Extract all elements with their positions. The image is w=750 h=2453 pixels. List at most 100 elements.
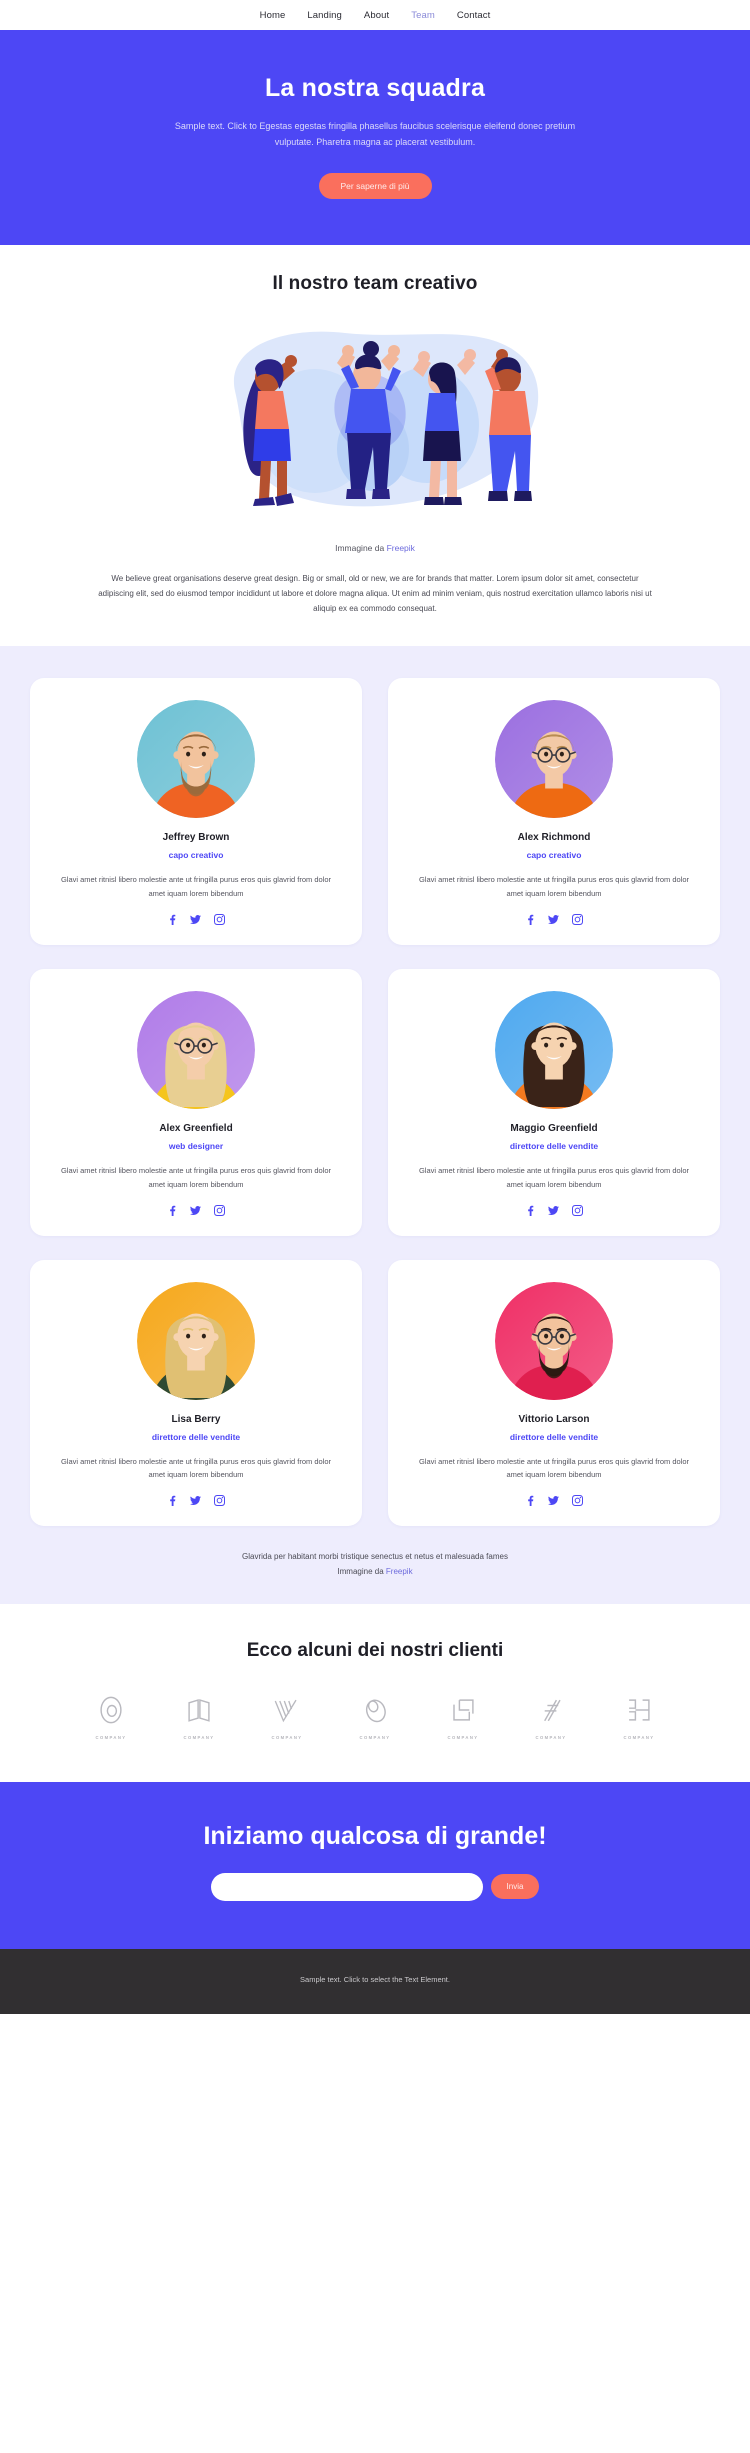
nav-item-about[interactable]: About: [364, 10, 389, 21]
slash-lines-logo-icon: [518, 1692, 584, 1728]
instagram-icon[interactable]: [213, 1204, 225, 1216]
team-footnote-line2: Immagine da Freepik: [30, 1565, 720, 1580]
member-role: capo creativo: [168, 850, 224, 861]
corner-square-logo-icon: [430, 1692, 496, 1728]
image-credit-prefix: Immagine da: [335, 542, 387, 553]
team-member-card: Maggio Greenfield direttore delle vendit…: [388, 968, 720, 1236]
nav-item-team[interactable]: Team: [411, 10, 435, 21]
freepik-link[interactable]: Freepik: [387, 543, 415, 553]
member-name: Lisa Berry: [171, 1413, 221, 1425]
member-avatar: [495, 1281, 613, 1400]
member-social-links: [406, 1204, 702, 1216]
twitter-icon[interactable]: [189, 914, 201, 925]
client-logo: COMPANY: [606, 1692, 672, 1740]
facebook-icon[interactable]: [526, 1495, 535, 1507]
team-grid: Jeffrey Brown capo creativo Glavi amet r…: [30, 678, 720, 1527]
team-celebration-illustration: [195, 321, 555, 531]
ring-logo-icon: [78, 1692, 144, 1728]
member-role: capo creativo: [526, 850, 582, 861]
client-logo: COMPANY: [166, 1692, 232, 1740]
twitter-icon[interactable]: [189, 1495, 201, 1506]
creative-team-section: Il nostro team creativo Immagine da Free…: [0, 244, 750, 647]
page-root: Home Landing About Team Contact La nostr…: [0, 0, 750, 2014]
member-avatar: [137, 700, 255, 819]
instagram-icon[interactable]: [571, 913, 583, 925]
footer-text: Sample text. Click to select the Text El…: [300, 1974, 450, 1984]
member-role: direttore delle vendite: [151, 1431, 241, 1442]
member-name: Vittorio Larson: [518, 1413, 590, 1425]
client-logo-label: COMPANY: [271, 1734, 303, 1740]
member-description: Glavi amet ritnisl libero molestie ante …: [60, 875, 332, 898]
client-logo-label: COMPANY: [623, 1734, 655, 1740]
team-member-card: Alex Greenfield web designer Glavi amet …: [30, 968, 362, 1236]
team-member-card: Alex Richmond capo creativo Glavi amet r…: [388, 678, 720, 945]
newsletter-cta-section: Iniziamo qualcosa di grande! Invia: [0, 1781, 750, 1949]
newsletter-email-input[interactable]: [210, 1872, 483, 1901]
clients-section: Ecco alcuni dei nostri clienti COMPANY C…: [0, 1603, 750, 1782]
cta-title: Iniziamo qualcosa di grande!: [203, 1821, 547, 1850]
member-name: Alex Greenfield: [159, 1122, 233, 1134]
member-social-links: [48, 1204, 344, 1216]
twitter-icon[interactable]: [547, 1495, 559, 1506]
client-logo: COMPANY: [518, 1692, 584, 1740]
team-footnote: Glavrida per habitant morbi tristique se…: [30, 1550, 720, 1580]
image-credit-caption: Immagine da Freepik: [0, 543, 750, 553]
chevron-lines-logo-icon: [254, 1692, 320, 1728]
facebook-icon[interactable]: [526, 914, 535, 925]
client-logo-label: COMPANY: [447, 1734, 479, 1740]
client-logo-label: COMPANY: [535, 1734, 567, 1740]
member-avatar: [495, 700, 613, 819]
client-logo: COMPANY: [78, 1692, 144, 1740]
client-logo-label: COMPANY: [95, 1734, 127, 1740]
nav-item-home[interactable]: Home: [260, 10, 286, 21]
team-footnote-line1: Glavrida per habitant morbi tristique se…: [242, 1552, 508, 1562]
book-logo-icon: [166, 1692, 232, 1728]
client-logo-label: COMPANY: [359, 1734, 391, 1740]
team-member-card: Vittorio Larson direttore delle vendite …: [388, 1259, 720, 1527]
facebook-icon[interactable]: [526, 1205, 535, 1216]
team-member-card: Lisa Berry direttore delle vendite Glavi…: [30, 1259, 362, 1527]
nav-item-landing[interactable]: Landing: [307, 10, 342, 21]
freepik-link-footer[interactable]: Freepik: [386, 1567, 413, 1576]
facebook-icon[interactable]: [168, 1205, 177, 1216]
creative-team-body: We believe great organisations deserve g…: [98, 573, 652, 613]
newsletter-form: Invia: [0, 1872, 750, 1901]
bracket-blocks-logo-icon: [606, 1692, 672, 1728]
instagram-icon[interactable]: [571, 1204, 583, 1216]
member-social-links: [406, 1495, 702, 1507]
client-logo: COMPANY: [342, 1692, 408, 1740]
client-logo: COMPANY: [254, 1692, 320, 1740]
hero-cta-button[interactable]: Per saperne di più: [318, 172, 432, 199]
team-footnote-prefix: Immagine da: [337, 1567, 386, 1577]
hero-subtitle: Sample text. Click to Egestas egestas fr…: [174, 121, 576, 147]
nav-item-contact[interactable]: Contact: [457, 10, 490, 21]
member-avatar: [137, 990, 255, 1109]
team-members-section: Jeffrey Brown capo creativo Glavi amet r…: [0, 646, 750, 1604]
member-description: Glavi amet ritnisl libero molestie ante …: [60, 1456, 332, 1480]
hero-section: La nostra squadra Sample text. Click to …: [0, 30, 750, 245]
member-name: Jeffrey Brown: [162, 832, 230, 844]
member-name: Alex Richmond: [517, 832, 591, 844]
team-member-card: Jeffrey Brown capo creativo Glavi amet r…: [30, 678, 362, 945]
client-logos-row: COMPANY COMPANY COMPANY COMPANY COMPANY …: [0, 1692, 750, 1740]
member-role: direttore delle vendite: [509, 1140, 599, 1151]
member-avatar: [137, 1281, 255, 1400]
member-role: direttore delle vendite: [509, 1431, 599, 1442]
newsletter-submit-button[interactable]: Invia: [490, 1874, 540, 1900]
member-role: web designer: [168, 1140, 224, 1151]
member-social-links: [406, 913, 702, 925]
twitter-icon[interactable]: [547, 1205, 559, 1216]
member-description: Glavi amet ritnisl libero molestie ante …: [418, 1456, 690, 1480]
creative-team-title: Il nostro team creativo: [272, 272, 478, 294]
twitter-icon[interactable]: [189, 1205, 201, 1216]
member-name: Maggio Greenfield: [510, 1122, 598, 1134]
instagram-icon[interactable]: [571, 1495, 583, 1507]
facebook-icon[interactable]: [168, 1495, 177, 1507]
client-logo-label: COMPANY: [183, 1734, 215, 1740]
oval-swirl-logo-icon: [342, 1692, 408, 1728]
twitter-icon[interactable]: [547, 914, 559, 925]
instagram-icon[interactable]: [213, 913, 225, 925]
facebook-icon[interactable]: [168, 914, 177, 925]
instagram-icon[interactable]: [213, 1495, 225, 1507]
member-social-links: [48, 913, 344, 925]
